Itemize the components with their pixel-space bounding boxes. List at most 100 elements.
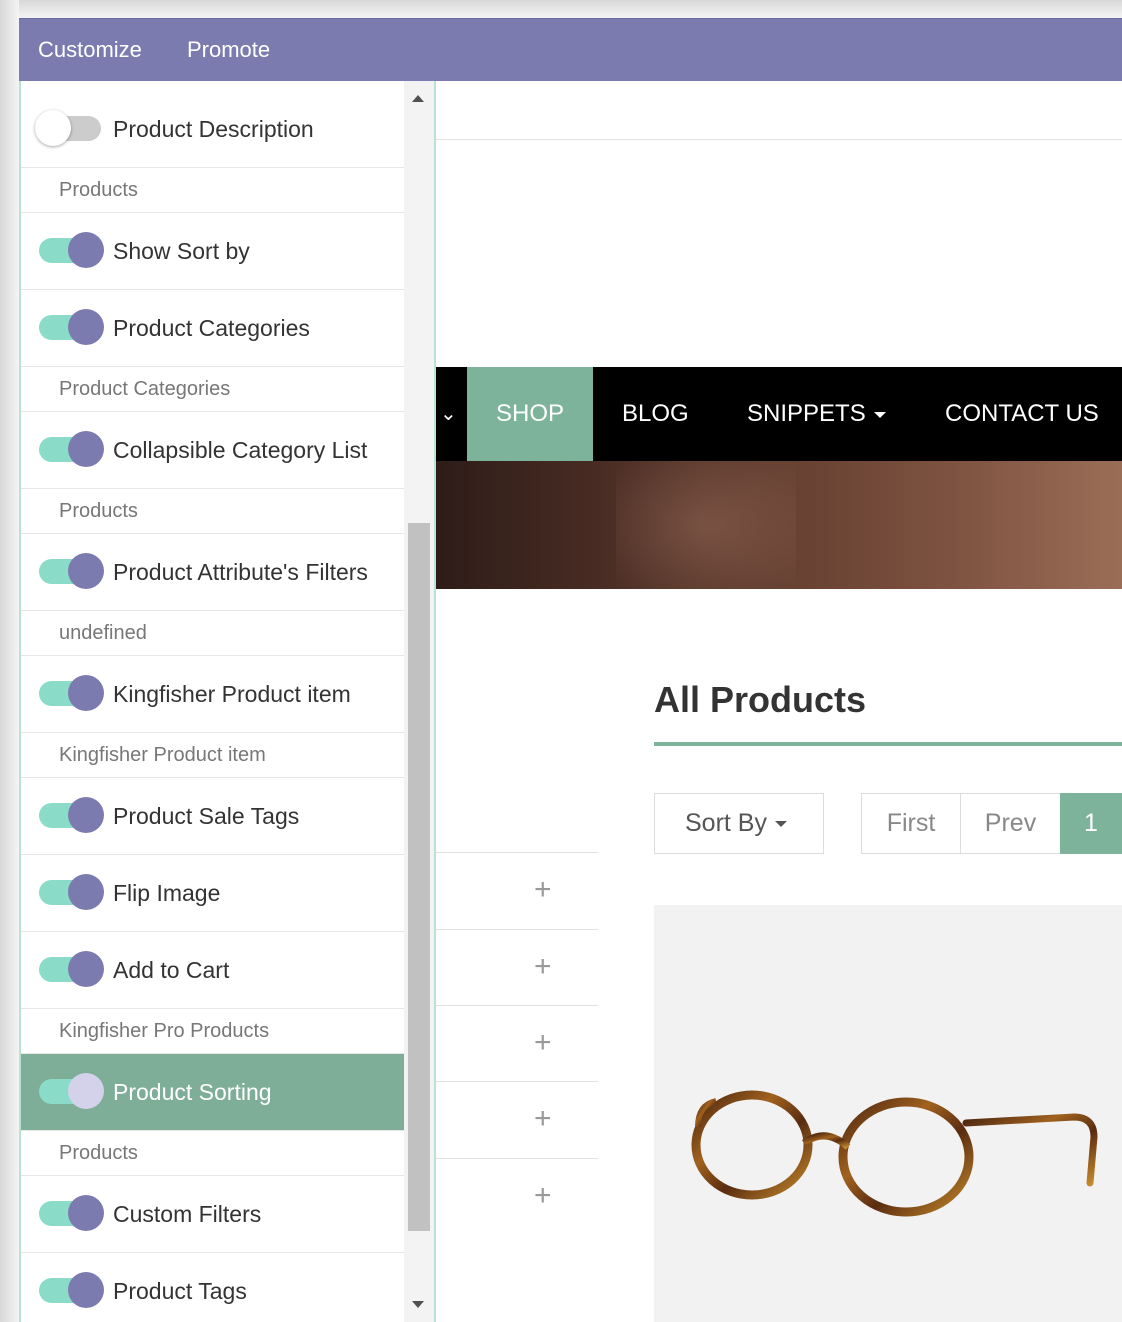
section-label: Product Categories bbox=[59, 378, 231, 400]
page-title: All Products bbox=[654, 679, 867, 720]
eyeglasses-product-image bbox=[691, 1090, 1098, 1217]
option-product-tags[interactable]: Product Tags bbox=[21, 1253, 404, 1322]
section-label-undefined: undefined bbox=[21, 611, 404, 656]
option-show-sort-by[interactable]: Show Sort by bbox=[21, 213, 404, 290]
option-label: Custom Filters bbox=[113, 1201, 262, 1227]
toggle-knob bbox=[68, 1272, 104, 1308]
hero-banner-image bbox=[436, 461, 1122, 589]
option-label: Show Sort by bbox=[113, 238, 250, 264]
scroll-up-icon[interactable] bbox=[412, 95, 424, 102]
option-label: Product Sale Tags bbox=[113, 803, 300, 829]
product-card[interactable] bbox=[654, 905, 1122, 1322]
filter-row: + bbox=[436, 1005, 598, 1082]
section-label: Products bbox=[59, 500, 138, 522]
sort-by-dropdown[interactable]: Sort By bbox=[654, 793, 824, 854]
option-label: Product Attribute's Filters bbox=[113, 559, 368, 585]
option-label: Product Tags bbox=[113, 1278, 247, 1304]
nav-shop[interactable]: SHOP bbox=[467, 367, 593, 461]
option-custom-filters[interactable]: Custom Filters bbox=[21, 1176, 404, 1253]
section-label: Kingfisher Pro Products bbox=[59, 1020, 270, 1042]
section-label: Products bbox=[59, 1142, 138, 1164]
toggle-switch[interactable] bbox=[39, 797, 104, 833]
sort-by-label: Sort By bbox=[685, 809, 767, 837]
section-label-kingfisher-product-item: Kingfisher Product item bbox=[21, 733, 404, 778]
filter-row: + bbox=[436, 929, 598, 1006]
toggle-switch[interactable] bbox=[39, 951, 104, 987]
plus-icon[interactable]: + bbox=[534, 1104, 552, 1134]
nav-blog[interactable]: BLOG bbox=[622, 367, 689, 461]
panel-scrollbar[interactable] bbox=[404, 81, 434, 1322]
option-label: Add to Cart bbox=[113, 957, 230, 983]
option-collapsible-category-list[interactable]: Collapsible Category List bbox=[21, 412, 404, 489]
option-add-to-cart[interactable]: Add to Cart bbox=[21, 932, 404, 1009]
option-label: Product Description bbox=[113, 116, 314, 142]
toggle-switch[interactable] bbox=[39, 1272, 104, 1308]
toggle-knob bbox=[68, 1195, 104, 1231]
toggle-knob bbox=[68, 431, 104, 467]
section-label-products: Products bbox=[21, 489, 404, 534]
section-label-products: Products bbox=[21, 168, 404, 213]
toggle-switch[interactable] bbox=[39, 232, 104, 268]
toggle-switch[interactable] bbox=[39, 675, 104, 711]
header-divider bbox=[436, 139, 1122, 140]
nav-contact[interactable]: CONTACT US bbox=[945, 367, 1099, 461]
option-label: Flip Image bbox=[113, 880, 221, 906]
option-product-sorting[interactable]: Product Sorting bbox=[21, 1054, 404, 1131]
plus-icon[interactable]: + bbox=[534, 1181, 552, 1211]
plus-icon[interactable]: + bbox=[534, 875, 552, 905]
editor-topbar: Customize Promote bbox=[19, 18, 1122, 82]
pager-first[interactable]: First bbox=[861, 793, 961, 854]
option-product-attribute-s-filters[interactable]: Product Attribute's Filters bbox=[21, 534, 404, 611]
plus-icon[interactable]: + bbox=[534, 1028, 552, 1058]
section-label: undefined bbox=[59, 622, 147, 644]
toggle-knob bbox=[68, 553, 104, 589]
customize-menu[interactable]: Customize bbox=[38, 37, 142, 63]
option-label: Product Categories bbox=[113, 315, 310, 341]
option-flip-image[interactable]: Flip Image bbox=[21, 855, 404, 932]
plus-icon[interactable]: + bbox=[534, 952, 552, 982]
pager-prev[interactable]: Prev bbox=[960, 793, 1061, 854]
section-label-product-categories: Product Categories bbox=[21, 367, 404, 412]
filter-row: + bbox=[436, 1081, 598, 1158]
section-label-kingfisher-pro-products: Kingfisher Pro Products bbox=[21, 1009, 404, 1054]
option-label: Kingfisher Product item bbox=[113, 681, 351, 707]
toggle-knob bbox=[68, 675, 104, 711]
option-product-description[interactable]: Product Description bbox=[21, 91, 404, 168]
title-underline bbox=[654, 742, 1122, 746]
nav-snippets-label: SNIPPETS bbox=[747, 400, 866, 427]
option-product-sale-tags[interactable]: Product Sale Tags bbox=[21, 778, 404, 855]
section-label-products: Products bbox=[21, 1131, 404, 1176]
toggle-switch[interactable] bbox=[35, 110, 101, 146]
customize-panel: Product Description Products Show Sort by P… bbox=[19, 81, 436, 1322]
main-navbar: ⌄ SHOP BLOG SNIPPETS CONTACT US bbox=[436, 367, 1122, 461]
toggle-knob bbox=[68, 797, 104, 833]
toggle-switch[interactable] bbox=[39, 874, 104, 910]
option-product-categories[interactable]: Product Categories bbox=[21, 290, 404, 367]
scroll-down-icon[interactable] bbox=[412, 1301, 424, 1308]
promote-menu[interactable]: Promote bbox=[187, 37, 270, 63]
toggle-switch[interactable] bbox=[39, 1073, 104, 1109]
section-label: Products bbox=[59, 179, 138, 201]
toggle-knob bbox=[35, 110, 71, 146]
toggle-knob bbox=[68, 951, 104, 987]
toggle-switch[interactable] bbox=[39, 1195, 104, 1231]
toggle-knob bbox=[68, 309, 104, 345]
nav-snippets[interactable]: SNIPPETS bbox=[747, 367, 886, 461]
caret-down-icon bbox=[774, 821, 787, 828]
pager-current-page[interactable]: 1 bbox=[1060, 793, 1122, 854]
website-preview: ⌄ SHOP BLOG SNIPPETS CONTACT US + + + + … bbox=[436, 81, 1122, 1322]
filter-row: + bbox=[436, 1158, 598, 1235]
scrollbar-thumb[interactable] bbox=[408, 523, 430, 1231]
filter-row: + bbox=[436, 852, 598, 929]
option-label: Collapsible Category List bbox=[113, 437, 368, 463]
section-label: Kingfisher Product item bbox=[59, 744, 266, 766]
toggle-switch[interactable] bbox=[39, 431, 104, 467]
toggle-knob bbox=[68, 1073, 104, 1109]
option-label: Product Sorting bbox=[113, 1079, 272, 1105]
option-kingfisher-product-item[interactable]: Kingfisher Product item bbox=[21, 656, 404, 733]
window-shadow-left bbox=[0, 0, 19, 1322]
chevron-down-icon[interactable]: ⌄ bbox=[440, 367, 457, 461]
toggle-switch[interactable] bbox=[39, 309, 104, 345]
toggle-switch[interactable] bbox=[39, 553, 104, 589]
caret-down-icon bbox=[873, 411, 886, 418]
